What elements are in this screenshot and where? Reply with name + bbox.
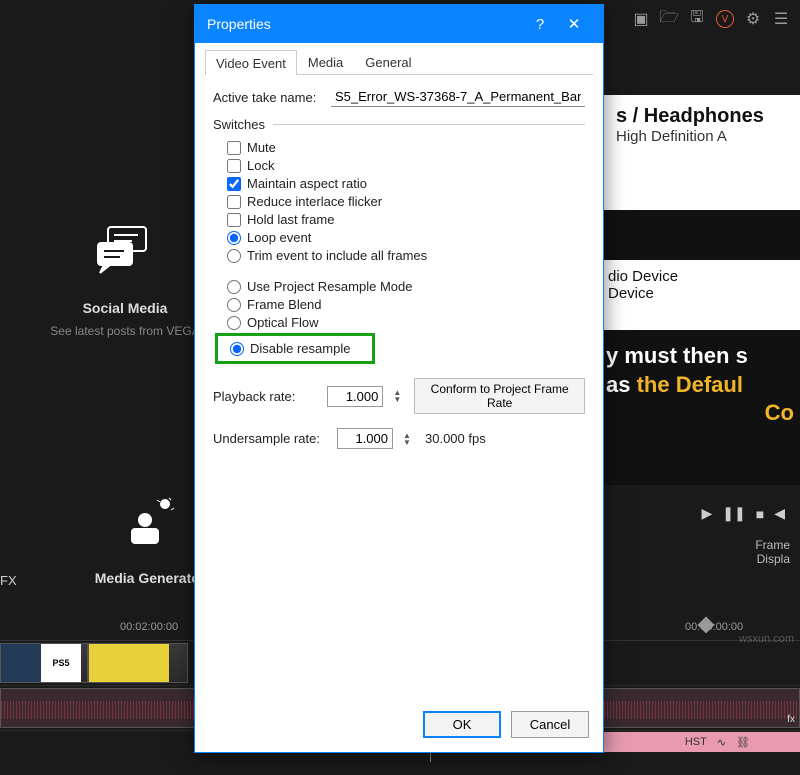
dialog-title: Properties	[207, 16, 271, 32]
play-icon[interactable]: ▶	[702, 505, 713, 522]
fps-display: 30.000 fps	[425, 431, 486, 446]
ok-button[interactable]: OK	[423, 711, 501, 738]
cancel-button[interactable]: Cancel	[511, 711, 589, 738]
undersample-rate-label: Undersample rate:	[213, 431, 327, 446]
active-take-input[interactable]	[331, 87, 585, 107]
undersample-rate-input[interactable]	[337, 428, 393, 449]
clip-fx-label[interactable]: fx	[787, 714, 795, 725]
transport-labels: Frame Displa	[755, 538, 790, 566]
hub-card-social[interactable]: Social Media See latest posts from VEGA	[35, 220, 215, 338]
prev-icon[interactable]: ◀	[774, 505, 785, 522]
social-sub: See latest posts from VEGA	[35, 324, 215, 338]
tab-media[interactable]: Media	[297, 49, 354, 74]
chat-icon	[89, 220, 161, 282]
frame-blend-radio[interactable]	[227, 298, 241, 312]
dialog-titlebar: Properties ? ✕	[195, 5, 603, 43]
opt-optical-flow[interactable]: Optical Flow	[227, 315, 585, 330]
tab-video-event[interactable]: Video Event	[205, 50, 297, 75]
playback-rate-spinner[interactable]: ▲▼	[393, 389, 404, 403]
loop-event-radio[interactable]	[227, 231, 241, 245]
list-icon[interactable]: ☰	[772, 10, 790, 28]
media-generator-icon	[114, 490, 186, 552]
use-project-resample-radio[interactable]	[227, 280, 241, 294]
opt-trim-event[interactable]: Trim event to include all frames	[227, 248, 585, 263]
video-clip-2[interactable]	[88, 643, 188, 683]
fx-label: FX	[0, 573, 17, 588]
opt-lock[interactable]: Lock	[227, 158, 585, 173]
open-icon[interactable]: 🗁	[660, 10, 678, 28]
mute-checkbox[interactable]	[227, 141, 241, 155]
trim-event-radio[interactable]	[227, 249, 241, 263]
opt-frame-blend[interactable]: Frame Blend	[227, 297, 585, 312]
settings-icon[interactable]: ⚙	[744, 10, 762, 28]
slide2-line1: dio Device	[608, 268, 792, 285]
playback-rate-label: Playback rate:	[213, 389, 317, 404]
properties-dialog: Properties ? ✕ Video Event Media General…	[194, 4, 604, 753]
slide2-line2: Device	[608, 285, 792, 302]
video-preview: s / Headphones High Definition A dio Dev…	[600, 95, 800, 485]
pause-icon[interactable]: ❚❚	[722, 505, 745, 522]
opt-mute[interactable]: Mute	[227, 140, 585, 155]
dialog-body: Active take name: Switches Mute Lock Mai…	[195, 75, 603, 701]
preview-slide-3: y must then s as the Defaul Co	[600, 330, 800, 440]
social-title: Social Media	[35, 300, 215, 316]
opt-disable-resample[interactable]: Disable resample	[230, 341, 366, 356]
help-button[interactable]: ?	[523, 16, 557, 33]
preview-slide-1: s / Headphones High Definition A	[600, 95, 800, 210]
stop-icon[interactable]: ■	[756, 506, 764, 522]
close-button[interactable]: ✕	[557, 15, 591, 33]
app-toolbar: ▣ 🗁 🖫 V ⚙ ☰	[632, 10, 790, 28]
chevron-down-icon: ▼	[403, 439, 415, 446]
hold-last-frame-checkbox[interactable]	[227, 213, 241, 227]
chain-icon[interactable]: ⛓	[736, 736, 750, 749]
new-tab-icon[interactable]: ▣	[632, 10, 650, 28]
slide1-heading: s / Headphones	[616, 105, 792, 128]
chevron-down-icon: ▼	[393, 396, 404, 403]
disable-resample-radio[interactable]	[230, 342, 244, 356]
preview-slide-2: dio Device Device	[600, 260, 800, 330]
playback-rate-input[interactable]	[327, 386, 383, 407]
conform-button[interactable]: Conform to Project Frame Rate	[414, 378, 585, 414]
tab-general[interactable]: General	[354, 49, 422, 74]
opt-hold-last-frame[interactable]: Hold last frame	[227, 212, 585, 227]
undersample-rate-spinner[interactable]: ▲▼	[403, 432, 415, 446]
save-icon[interactable]: 🖫	[688, 10, 706, 28]
ruler-tick: 00:02:00:00	[120, 621, 178, 633]
display-label: Displa	[755, 552, 790, 566]
record-icon[interactable]: V	[716, 10, 734, 28]
dialog-footer: OK Cancel	[195, 701, 603, 752]
optical-flow-radio[interactable]	[227, 316, 241, 330]
opt-reduce-flicker[interactable]: Reduce interlace flicker	[227, 194, 585, 209]
opt-loop-event[interactable]: Loop event	[227, 230, 585, 245]
opt-maintain-aspect[interactable]: Maintain aspect ratio	[227, 176, 585, 191]
fx-icon[interactable]: ∿	[717, 736, 726, 749]
ruler-tick: 00:05:00:00	[685, 621, 743, 633]
opt-use-project-resample[interactable]: Use Project Resample Mode	[227, 279, 585, 294]
transport-controls[interactable]: ▶ ❚❚ ■ ◀	[702, 505, 786, 522]
reduce-flicker-checkbox[interactable]	[227, 195, 241, 209]
active-take-label: Active take name:	[213, 90, 331, 105]
slide1-sub: High Definition A	[616, 128, 792, 145]
dialog-tabs: Video Event Media General	[205, 49, 593, 75]
video-clip-1[interactable]: PS5	[0, 643, 88, 683]
hst-label: HST	[685, 736, 707, 748]
frame-label: Frame	[755, 538, 790, 552]
lock-checkbox[interactable]	[227, 159, 241, 173]
watermark: wsxun.com	[739, 633, 794, 645]
maintain-aspect-checkbox[interactable]	[227, 177, 241, 191]
switches-header: Switches	[213, 117, 265, 132]
